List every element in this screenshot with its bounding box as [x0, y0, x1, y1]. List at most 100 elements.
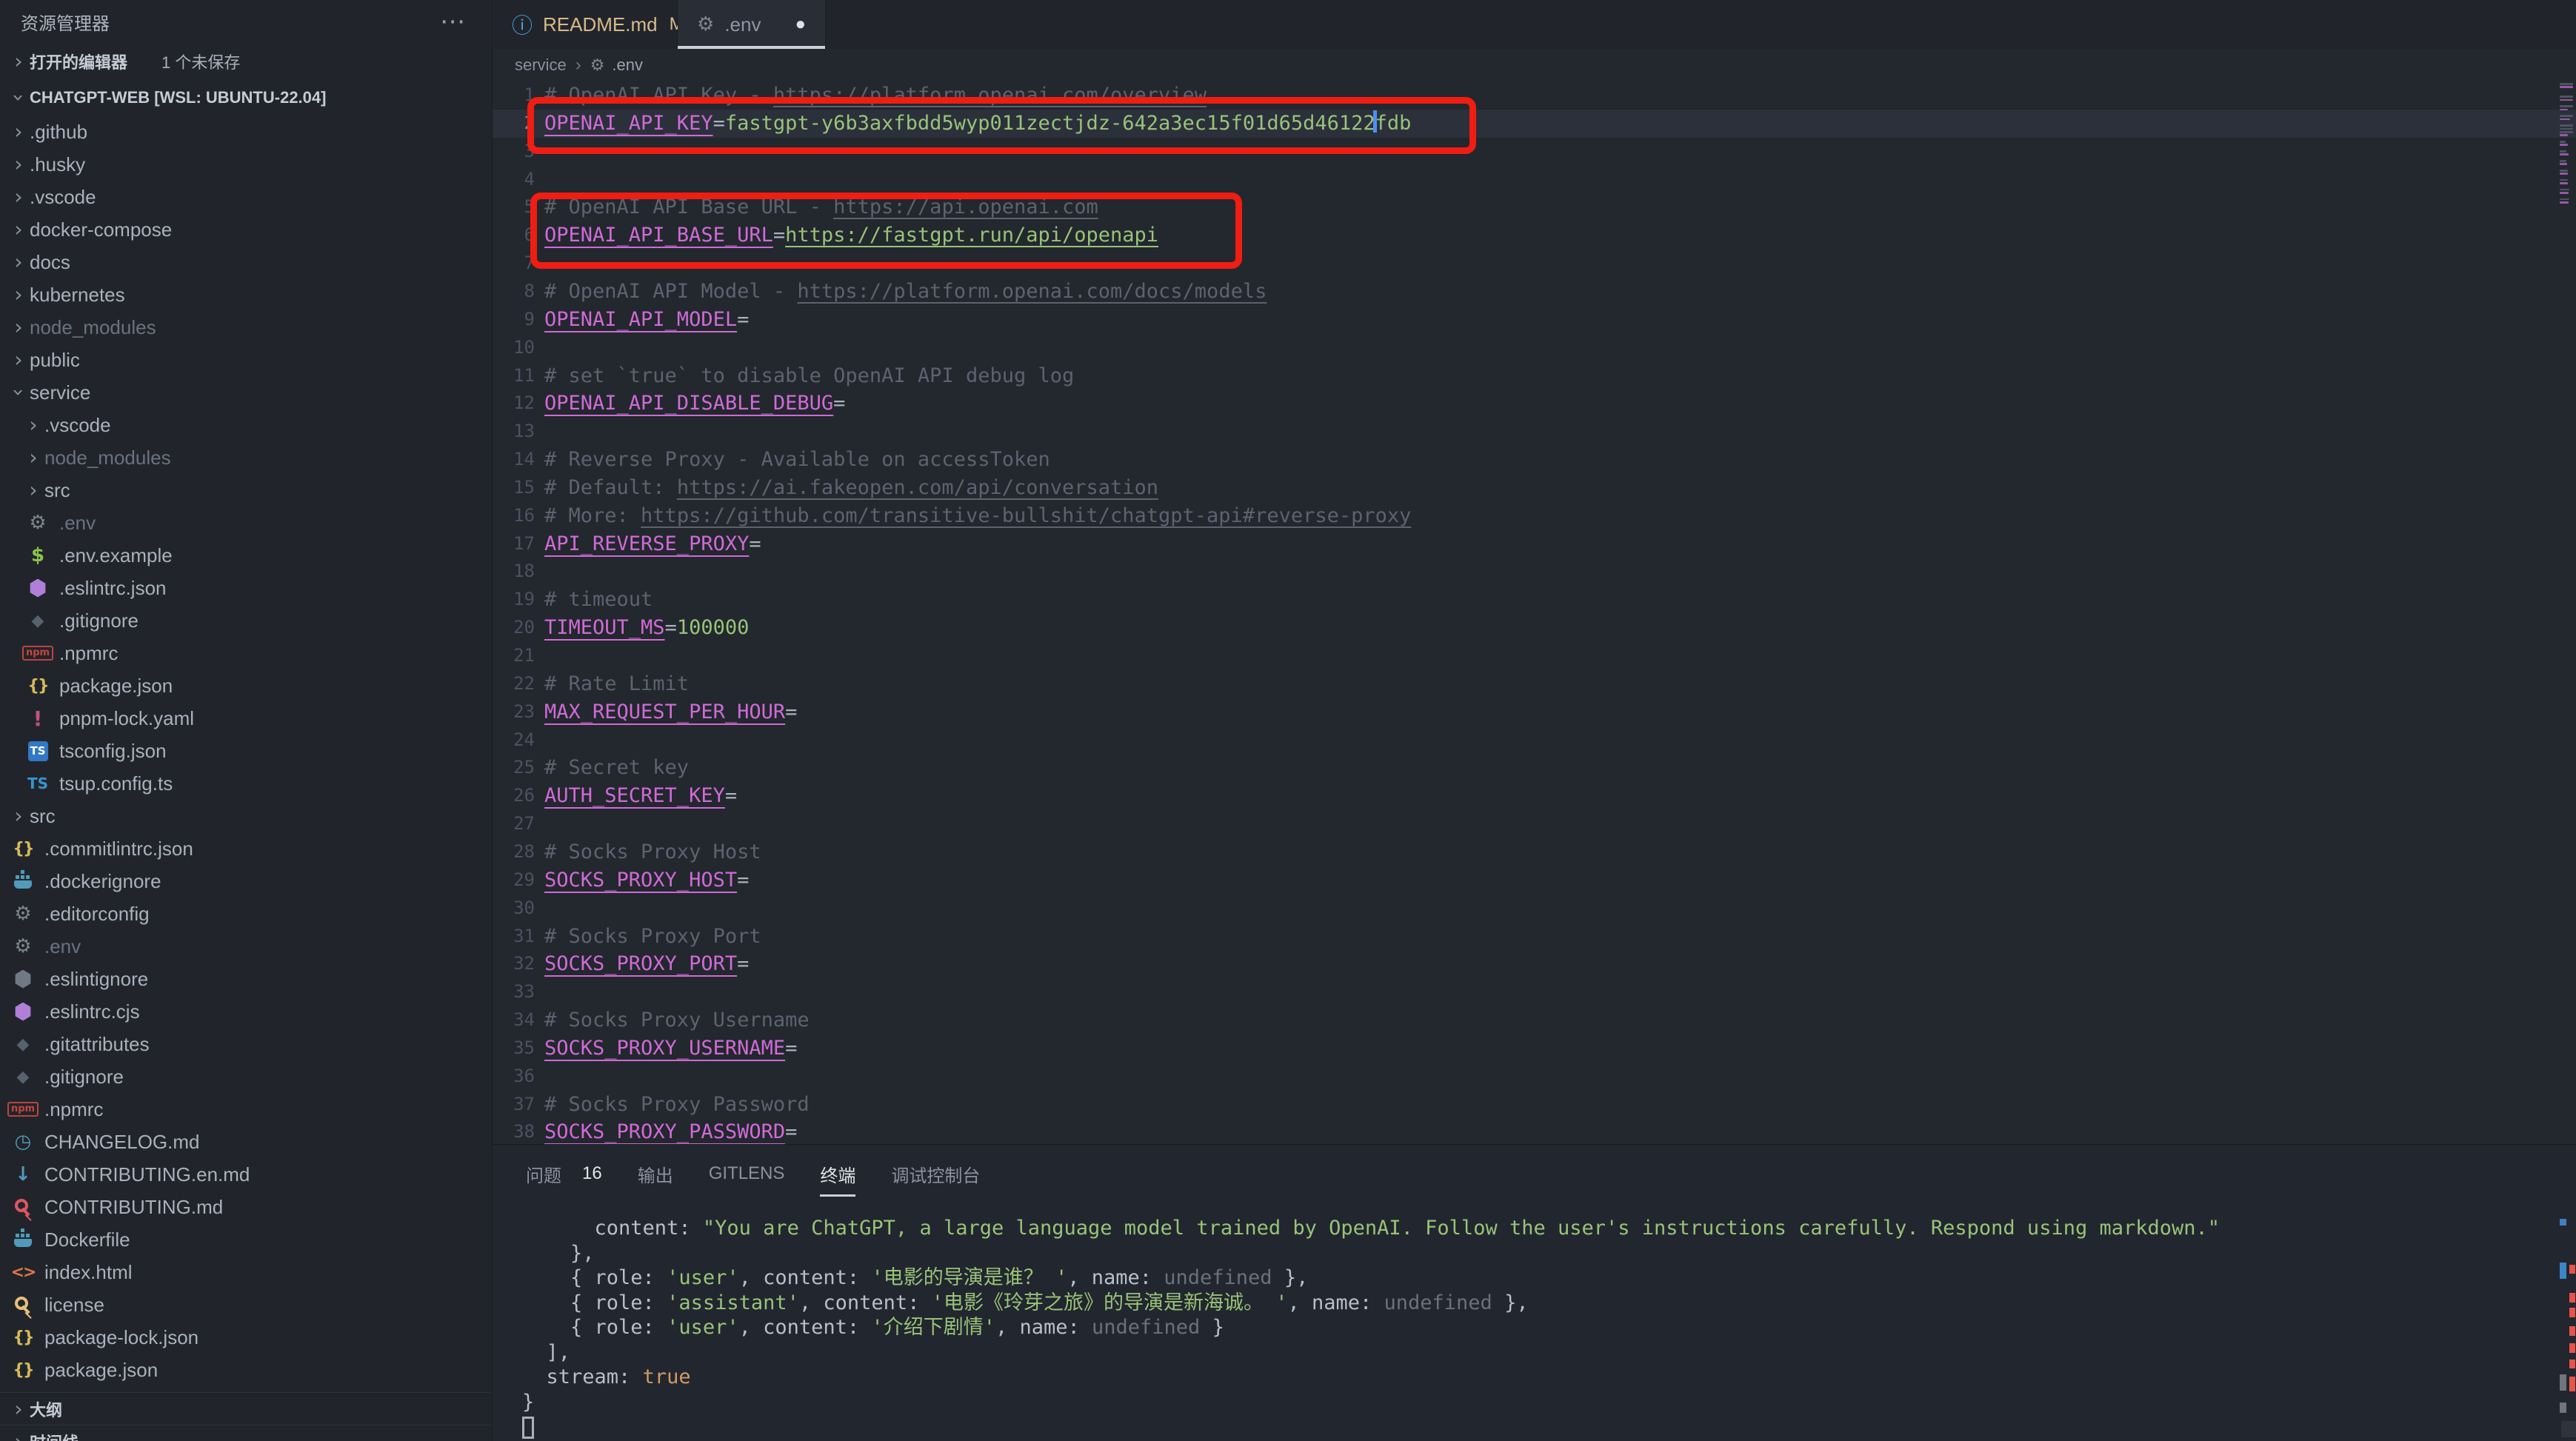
tree-item-license[interactable]: license: [0, 1288, 492, 1321]
tree-item-docs[interactable]: ›docs: [0, 246, 492, 278]
tree-item-.husky[interactable]: ›.husky: [0, 148, 492, 181]
tree-item-.env.example[interactable]: $.env.example: [0, 539, 492, 572]
line-content: # Default: https://ai.fakeopen.com/api/c…: [544, 474, 1158, 502]
tree-item-.gitattributes[interactable]: ◆.gitattributes: [0, 1028, 492, 1060]
tree-item-CHANGELOG.md[interactable]: ◷CHANGELOG.md: [0, 1126, 492, 1158]
editor-line-34[interactable]: 34# Socks Proxy Username: [493, 1006, 2576, 1034]
panel-tab-gitlens[interactable]: GITLENS: [709, 1145, 785, 1203]
tree-item-package.json[interactable]: {}package.json: [0, 1354, 492, 1386]
tree-item-.commitlintrc.json[interactable]: {}.commitlintrc.json: [0, 832, 492, 865]
editor-line-2[interactable]: 2OPENAI_API_KEY=fastgpt-y6b3axfbdd5wyp01…: [493, 110, 2576, 138]
terminal[interactable]: content: "You are ChatGPT, a large langu…: [493, 1216, 2576, 1441]
editor-line-17[interactable]: 17API_REVERSE_PROXY=: [493, 530, 2576, 558]
chevron-right-icon: ›: [7, 187, 30, 207]
editor-line-26[interactable]: 26AUTH_SECRET_KEY=: [493, 782, 2576, 810]
editor-line-23[interactable]: 23MAX_REQUEST_PER_HOUR=: [493, 698, 2576, 726]
tab-env[interactable]: ⚙ .env ●: [678, 0, 826, 49]
line-number: 33: [493, 978, 535, 1006]
editor-line-4[interactable]: 4: [493, 166, 2576, 194]
tree-item-package.json[interactable]: {}package.json: [0, 669, 492, 702]
tree-item-.npmrc[interactable]: npm.npmrc: [0, 637, 492, 669]
panel-tab-terminal[interactable]: 终端: [820, 1145, 855, 1203]
editor-line-27[interactable]: 27: [493, 810, 2576, 838]
tree-item-CONTRIBUTING.en.md[interactable]: ↓CONTRIBUTING.en.md: [0, 1158, 492, 1191]
tree-item-.editorconfig[interactable]: ⚙.editorconfig: [0, 897, 492, 930]
editor-line-33[interactable]: 33: [493, 978, 2576, 1006]
editor-line-38[interactable]: 38SOCKS_PROXY_PASSWORD=: [493, 1118, 2576, 1144]
editor-line-25[interactable]: 25# Secret key: [493, 754, 2576, 782]
tree-item-index.html[interactable]: <>index.html: [0, 1256, 492, 1288]
editor-line-35[interactable]: 35SOCKS_PROXY_USERNAME=: [493, 1034, 2576, 1063]
tree-item-CONTRIBUTING.md[interactable]: CONTRIBUTING.md: [0, 1191, 492, 1223]
tree-item-Dockerfile[interactable]: Dockerfile: [0, 1223, 492, 1256]
panel-tab-debug-console[interactable]: 调试控制台: [891, 1145, 980, 1203]
tree-item-.gitignore[interactable]: ◆.gitignore: [0, 1060, 492, 1093]
editor-line-21[interactable]: 21: [493, 642, 2576, 670]
editor-line-37[interactable]: 37# Socks Proxy Password: [493, 1091, 2576, 1119]
breadcrumb-file[interactable]: .env: [612, 56, 643, 75]
tree-item-.npmrc[interactable]: npm.npmrc: [0, 1093, 492, 1126]
editor-line-15[interactable]: 15# Default: https://ai.fakeopen.com/api…: [493, 474, 2576, 502]
timeline-section[interactable]: › 时间线: [0, 1425, 492, 1441]
tree-item-.eslintrc.cjs[interactable]: .eslintrc.cjs: [0, 995, 492, 1028]
editor-line-1[interactable]: 1# OpenAI API Key - https://platform.ope…: [493, 81, 2576, 110]
panel-tab-problems[interactable]: 问题 16: [526, 1145, 602, 1203]
editor-line-10[interactable]: 10: [493, 334, 2576, 362]
more-actions-icon[interactable]: ⋯: [440, 7, 467, 36]
editor-line-16[interactable]: 16# More: https://github.com/transitive-…: [493, 502, 2576, 530]
editor-line-14[interactable]: 14# Reverse Proxy - Available on accessT…: [493, 446, 2576, 474]
tree-item-tsconfig.json[interactable]: TStsconfig.json: [0, 735, 492, 767]
editor-line-22[interactable]: 22# Rate Limit: [493, 670, 2576, 698]
excl-icon: !: [25, 707, 50, 729]
tree-item-.env[interactable]: ⚙.env: [0, 930, 492, 963]
minimap[interactable]: [2557, 81, 2576, 1144]
tree-item-service[interactable]: ›service: [0, 376, 492, 409]
editor-line-18[interactable]: 18: [493, 558, 2576, 586]
editor-line-19[interactable]: 19# timeout: [493, 586, 2576, 614]
tree-item-src[interactable]: ›src: [0, 800, 492, 832]
editor-line-8[interactable]: 8# OpenAI API Model - https://platform.o…: [493, 278, 2576, 306]
editor-line-13[interactable]: 13: [493, 418, 2576, 446]
tree-item-.gitignore[interactable]: ◆.gitignore: [0, 604, 492, 637]
open-editors-section[interactable]: › 打开的编辑器 1 个未保存: [0, 43, 492, 80]
tree-item-.vscode[interactable]: ›.vscode: [0, 409, 492, 441]
tree-item-tsup.config.ts[interactable]: TStsup.config.ts: [0, 767, 492, 800]
tree-item-.eslintrc.json[interactable]: .eslintrc.json: [0, 572, 492, 604]
tree-item-.dockerignore[interactable]: .dockerignore: [0, 865, 492, 897]
editor-line-11[interactable]: 11# set `true` to disable OpenAI API deb…: [493, 362, 2576, 390]
editor-line-28[interactable]: 28# Socks Proxy Host: [493, 838, 2576, 866]
project-root-section[interactable]: › CHATGPT-WEB [WSL: UBUNTU-22.04]: [0, 80, 492, 116]
code-editor[interactable]: 1# OpenAI API Key - https://platform.ope…: [493, 81, 2576, 1144]
outline-section[interactable]: › 大纲: [0, 1392, 492, 1425]
tree-item-.vscode[interactable]: ›.vscode: [0, 181, 492, 213]
editor-line-20[interactable]: 20TIMEOUT_MS=100000: [493, 614, 2576, 642]
editor-line-29[interactable]: 29SOCKS_PROXY_HOST=: [493, 866, 2576, 895]
editor-line-12[interactable]: 12OPENAI_API_DISABLE_DEBUG=: [493, 389, 2576, 418]
chevron-right-icon: ›: [7, 219, 30, 240]
tree-item-.github[interactable]: ›.github: [0, 116, 492, 148]
editor-line-30[interactable]: 30: [493, 895, 2576, 923]
tree-item-public[interactable]: ›public: [0, 344, 492, 376]
tree-item-node_modules[interactable]: ›node_modules: [0, 441, 492, 474]
tree-item-kubernetes[interactable]: ›kubernetes: [0, 278, 492, 311]
editor-line-3[interactable]: 3: [493, 138, 2576, 166]
tree-item-.eslintignore[interactable]: .eslintignore: [0, 963, 492, 995]
tree-item-node_modules[interactable]: ›node_modules: [0, 311, 492, 344]
tab-readme-md[interactable]: ⓘ README.md M: [493, 0, 678, 49]
editor-line-32[interactable]: 32SOCKS_PROXY_PORT=: [493, 950, 2576, 978]
editor-line-6[interactable]: 6OPENAI_API_BASE_URL=https://fastgpt.run…: [493, 221, 2576, 250]
editor-line-31[interactable]: 31# Socks Proxy Port: [493, 923, 2576, 951]
breadcrumb-folder[interactable]: service: [515, 56, 567, 75]
tree-item-.env[interactable]: ⚙.env: [0, 506, 492, 539]
unsaved-dot-icon[interactable]: ●: [795, 14, 807, 35]
tree-item-pnpm-lock.yaml[interactable]: !pnpm-lock.yaml: [0, 702, 492, 735]
editor-line-24[interactable]: 24: [493, 726, 2576, 755]
editor-line-9[interactable]: 9OPENAI_API_MODEL=: [493, 306, 2576, 334]
editor-line-7[interactable]: 7: [493, 250, 2576, 278]
editor-line-36[interactable]: 36: [493, 1063, 2576, 1091]
tree-item-src[interactable]: ›src: [0, 474, 492, 506]
editor-line-5[interactable]: 5# OpenAI API Base URL - https://api.ope…: [493, 193, 2576, 221]
panel-tab-output[interactable]: 输出: [638, 1145, 673, 1203]
tree-item-docker-compose[interactable]: ›docker-compose: [0, 213, 492, 246]
tree-item-package-lock.json[interactable]: {}package-lock.json: [0, 1321, 492, 1354]
